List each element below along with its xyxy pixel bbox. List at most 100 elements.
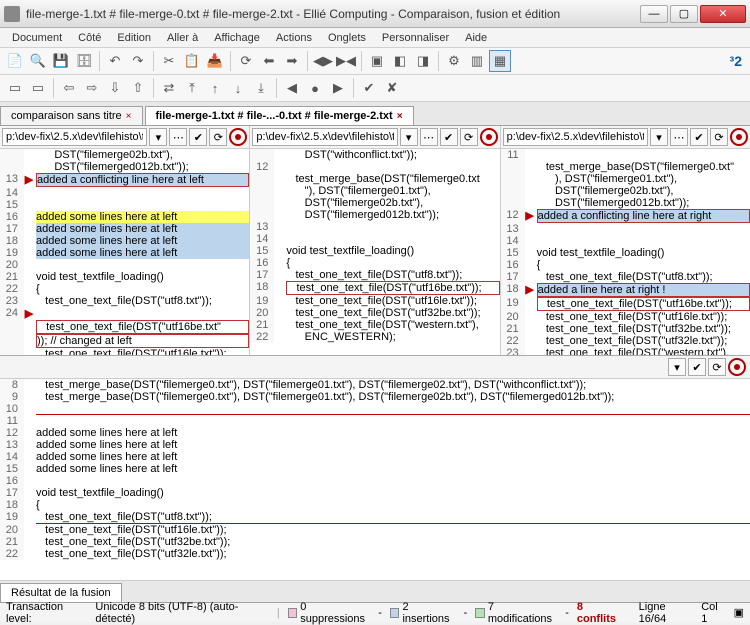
code-line[interactable]: 14 xyxy=(0,187,249,199)
close-button[interactable]: ✕ xyxy=(700,5,746,23)
paste-icon[interactable]: 📥 xyxy=(204,50,226,72)
minimize-button[interactable]: — xyxy=(640,5,668,23)
code-line[interactable]: 10 xyxy=(0,403,750,415)
code-line[interactable]: 13▶added a conflicting line here at left xyxy=(0,173,249,187)
code-line[interactable]: 17void test_textfile_loading() xyxy=(0,487,750,499)
next-diff-icon[interactable]: ➡ xyxy=(281,50,303,72)
menu-help[interactable]: Aide xyxy=(457,30,495,46)
code-line[interactable]: )); // changed at left xyxy=(0,334,249,348)
tool-a-icon[interactable]: ▭ xyxy=(4,77,26,99)
code-line[interactable]: 23 test_one_text_file(DST("utf8.txt")); xyxy=(0,295,249,307)
prev-diff-icon[interactable]: ⬅ xyxy=(258,50,280,72)
editor-right[interactable]: 11 test_merge_base(DST("filemerge0.txt" … xyxy=(501,149,750,355)
layout1-icon[interactable]: ▥ xyxy=(466,50,488,72)
code-line[interactable]: 16added some lines here at left xyxy=(0,211,249,223)
code-line[interactable]: 17added some lines here at left xyxy=(0,223,249,235)
code-line[interactable]: 16{ xyxy=(250,257,499,269)
code-line[interactable]: test_merge_base(DST("filemerge0.txt" xyxy=(501,161,750,173)
code-line[interactable]: DST("filemerge02b.txt"), xyxy=(0,149,249,161)
code-line[interactable]: 19added some lines here at left xyxy=(0,247,249,259)
redo-icon[interactable]: ↷ xyxy=(127,50,149,72)
save-pane-icon[interactable]: ✔ xyxy=(690,128,708,146)
reject-all-icon[interactable]: ✘ xyxy=(381,77,403,99)
save-icon[interactable]: 💾 xyxy=(50,50,72,72)
goto-prev-icon[interactable]: ↑ xyxy=(204,77,226,99)
close-tab-icon[interactable]: × xyxy=(397,111,403,122)
dropdown-icon[interactable]: ▾ xyxy=(149,128,167,146)
view-left-icon[interactable]: ◧ xyxy=(389,50,411,72)
code-line[interactable]: 16{ xyxy=(501,259,750,271)
code-line[interactable]: 17 test_one_text_file(DST("utf8.txt")); xyxy=(250,269,499,281)
code-line[interactable]: DST("filemerged012b.txt")); xyxy=(250,209,499,221)
path-input-center[interactable] xyxy=(252,128,397,146)
browse-icon[interactable]: ⋯ xyxy=(670,128,688,146)
code-line[interactable]: 12 xyxy=(250,161,499,173)
code-line[interactable]: 20 xyxy=(0,259,249,271)
code-line[interactable]: 14 xyxy=(250,233,499,245)
code-line[interactable]: 24▶ xyxy=(0,307,249,320)
code-line[interactable]: 14 xyxy=(501,235,750,247)
path-input-right[interactable] xyxy=(503,128,648,146)
menu-document[interactable]: Document xyxy=(4,30,70,46)
tab-comparison[interactable]: comparaison sans titre × xyxy=(0,106,143,125)
save-merge-icon[interactable]: ✔ xyxy=(688,358,706,376)
code-line[interactable]: 21void test_textfile_loading() xyxy=(0,271,249,283)
code-line[interactable]: test_merge_base(DST("filemerge0.txt xyxy=(250,173,499,185)
code-line[interactable]: 21 test_one_text_file(DST("utf32be.txt")… xyxy=(0,536,750,548)
reload-merge-icon[interactable]: ⟳ xyxy=(708,358,726,376)
code-line[interactable]: test_one_text_file(DST("utf16le.txt")); xyxy=(0,348,249,355)
view-both-icon[interactable]: ▣ xyxy=(366,50,388,72)
code-line[interactable]: 15added some lines here at left xyxy=(0,463,750,475)
save-pane-icon[interactable]: ✔ xyxy=(440,128,458,146)
arrow-right-icon[interactable]: ⇨ xyxy=(81,77,103,99)
code-line[interactable]: 8 test_merge_base(DST("filemerge0.txt"),… xyxy=(0,379,750,391)
code-line[interactable]: DST("filemerged012b.txt")); xyxy=(0,161,249,173)
code-line[interactable]: 12▶added a conflicting line here at righ… xyxy=(501,209,750,223)
code-line[interactable]: 13added some lines here at left xyxy=(0,439,750,451)
code-line[interactable]: 19 test_one_text_file(DST("utf8.txt")); xyxy=(0,511,750,524)
menu-tabs[interactable]: Onglets xyxy=(320,30,374,46)
code-line[interactable]: 20 test_one_text_file(DST("utf16le.txt")… xyxy=(501,311,750,323)
code-line[interactable]: 16 xyxy=(0,475,750,487)
code-line[interactable]: 22{ xyxy=(0,283,249,295)
menu-customize[interactable]: Personnaliser xyxy=(374,30,457,46)
code-line[interactable]: 23 test_one_text_file(DST("western.txt")… xyxy=(501,347,750,355)
tab-merge[interactable]: file-merge-1.txt # file-...-0.txt # file… xyxy=(145,106,414,125)
code-line[interactable]: 11 xyxy=(0,415,750,427)
layout2-icon[interactable]: ▦ xyxy=(489,50,511,72)
code-line[interactable]: 20 test_one_text_file(DST("utf32be.txt")… xyxy=(250,307,499,319)
code-line[interactable]: 22 test_one_text_file(DST("utf32le.txt")… xyxy=(501,335,750,347)
new-doc-icon[interactable]: 📄 xyxy=(4,50,26,72)
use-left-icon[interactable]: ◀ xyxy=(281,77,303,99)
code-line[interactable]: 17 test_one_text_file(DST("utf8.txt")); xyxy=(501,271,750,283)
code-line[interactable]: 14added some lines here at left xyxy=(0,451,750,463)
menu-goto[interactable]: Aller à xyxy=(159,30,206,46)
code-line[interactable]: DST("filemerge02b.txt"), xyxy=(250,197,499,209)
target-icon[interactable] xyxy=(728,358,746,376)
reload-pane-icon[interactable]: ⟳ xyxy=(710,128,728,146)
code-line[interactable]: DST("filemerged012b.txt")); xyxy=(501,197,750,209)
use-right-icon[interactable]: ▶ xyxy=(327,77,349,99)
arrow-left-icon[interactable]: ⇦ xyxy=(58,77,80,99)
browse-icon[interactable]: ⋯ xyxy=(420,128,438,146)
refresh-icon[interactable]: ⟳ xyxy=(235,50,257,72)
browse-icon[interactable]: ⋯ xyxy=(169,128,187,146)
editor-left[interactable]: DST("filemerge02b.txt"), DST("filemerged… xyxy=(0,149,249,355)
code-line[interactable]: 15 xyxy=(0,199,249,211)
code-line[interactable]: 20 test_one_text_file(DST("utf16le.txt")… xyxy=(0,524,750,536)
code-line[interactable]: 18{ xyxy=(0,499,750,511)
reload-pane-icon[interactable]: ⟳ xyxy=(209,128,227,146)
menu-actions[interactable]: Actions xyxy=(268,30,320,46)
menu-side[interactable]: Côté xyxy=(70,30,109,46)
swap-panes-icon[interactable]: ⇄ xyxy=(158,77,180,99)
arrow-up-icon[interactable]: ⇧ xyxy=(127,77,149,99)
undo-icon[interactable]: ↶ xyxy=(104,50,126,72)
code-line[interactable]: 9 test_merge_base(DST("filemerge0.txt"),… xyxy=(0,391,750,403)
code-line[interactable]: 19 test_one_text_file(DST("utf16be.txt")… xyxy=(501,297,750,311)
arrow-down-icon[interactable]: ⇩ xyxy=(104,77,126,99)
code-line[interactable]: 15void test_textfile_loading() xyxy=(250,245,499,257)
tool-b-icon[interactable]: ▭ xyxy=(27,77,49,99)
view-right-icon[interactable]: ◨ xyxy=(412,50,434,72)
code-line[interactable]: 18 test_one_text_file(DST("utf16be.txt")… xyxy=(250,281,499,295)
accept-all-icon[interactable]: ✔ xyxy=(358,77,380,99)
